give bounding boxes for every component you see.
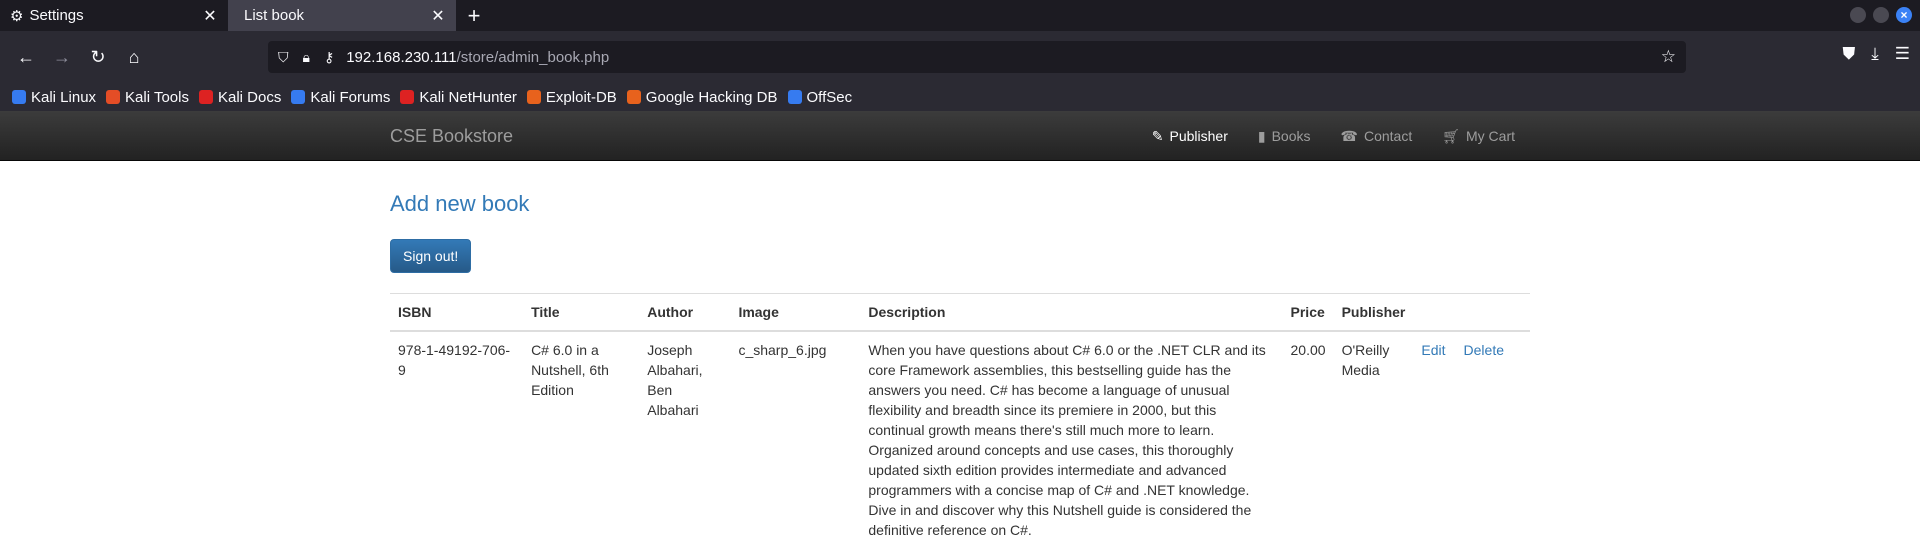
nav-contact[interactable]: ☎ Contact [1326, 128, 1428, 145]
phone-icon: ☎ [1340, 127, 1358, 144]
column-header: ISBN [390, 293, 524, 332]
bookmark-label: Kali Tools [125, 88, 189, 106]
main-content: Add new book Sign out! ISBN Title Author… [390, 161, 1530, 548]
key-icon[interactable]: ⚷ [324, 49, 334, 66]
download-icon[interactable]: ⤓ [1871, 44, 1879, 64]
bookmark-item[interactable]: Exploit-DB [526, 88, 617, 106]
bookmark-favicon-icon [787, 90, 802, 104]
tab-settings[interactable]: ⚙ Settings ✕ [0, 0, 228, 31]
reload-button[interactable]: ↻ [80, 39, 116, 75]
site-brand[interactable]: CSE Bookstore [390, 126, 513, 147]
cell-price: 20.00 [1282, 330, 1334, 548]
bookmarks-bar: Kali Linux Kali Tools Kali Docs Kali Forums… [0, 83, 1920, 111]
bookmark-item[interactable]: Kali Linux [12, 89, 96, 106]
menu-icon[interactable]: ☰ [1895, 44, 1910, 64]
bookmark-label: Kali Docs [217, 88, 282, 106]
url-path: /store/admin_book.php [456, 48, 610, 66]
bookmark-label: Google Hacking DB [645, 88, 778, 106]
bookmark-item[interactable]: Kali NetHunter [400, 89, 517, 106]
bookmark-star-icon[interactable]: ☆ [1661, 47, 1676, 67]
cell-author: Joseph Albahari, Ben Albahari [639, 330, 731, 548]
book-icon: ▮ [1257, 127, 1266, 144]
edit-link[interactable]: Edit [1421, 342, 1445, 358]
bookmark-label: Kali Forums [310, 88, 391, 106]
back-button[interactable]: ← [8, 39, 44, 75]
nav-label: Publisher [1169, 128, 1228, 144]
bookmark-item[interactable]: Kali Forums [291, 89, 390, 106]
cart-icon: 🛒︎ [1442, 127, 1460, 144]
bookmark-label: Kali NetHunter [419, 88, 517, 106]
books-table: ISBN Title Author Image Description Pric… [390, 293, 1530, 548]
table-header-row: ISBN Title Author Image Description Pric… [390, 293, 1530, 332]
home-button[interactable]: ⌂ [116, 39, 152, 75]
nav-books[interactable]: ▮ Books [1243, 128, 1326, 145]
site-nav-links: ✎ Publisher ▮ Books ☎ Contact 🛒︎ My Cart [1137, 111, 1530, 161]
add-new-book-link[interactable]: Add new book [390, 191, 1530, 217]
column-header: Description [860, 293, 1283, 332]
column-header: Title [523, 293, 640, 332]
tab-label: Settings [29, 7, 84, 24]
close-icon[interactable]: ✕ [428, 6, 448, 26]
bookmark-favicon-icon [291, 90, 306, 104]
url-host: 192.168.230.111 [346, 48, 457, 66]
bookmark-favicon-icon [198, 90, 213, 104]
bookmark-label: Kali Linux [31, 88, 97, 106]
maximize-button[interactable] [1873, 7, 1889, 23]
bookmark-item[interactable]: Kali Tools [106, 89, 189, 106]
column-header: Author [639, 293, 731, 332]
column-header: Price [1282, 293, 1334, 332]
nav-cart[interactable]: 🛒︎ My Cart [1427, 128, 1530, 145]
nav-label: My Cart [1466, 128, 1515, 144]
cell-actions: Edit Delete [1413, 330, 1530, 548]
bookmark-favicon-icon [106, 90, 121, 104]
site-navbar: CSE Bookstore ✎ Publisher ▮ Books ☎ Cont… [0, 111, 1920, 161]
nav-label: Books [1271, 128, 1311, 144]
bookmark-item[interactable]: OffSec [787, 88, 853, 106]
close-window-button[interactable]: × [1896, 7, 1912, 23]
cell-description: When you have questions about C# 6.0 or … [860, 330, 1283, 548]
tab-list-book[interactable]: List book ✕ [228, 0, 456, 31]
lock-icon[interactable]: 🔒︎ [303, 49, 310, 66]
pencil-icon: ✎ [1151, 127, 1164, 144]
bookmark-favicon-icon [526, 90, 541, 104]
cell-image: c_sharp_6.jpg [730, 330, 861, 548]
bookmark-item[interactable]: Google Hacking DB [626, 88, 778, 106]
cell-title: C# 6.0 in a Nutshell, 6th Edition [523, 330, 640, 548]
forward-button[interactable]: → [44, 39, 80, 75]
browser-tab-bar: ⚙ Settings ✕ List book ✕ + × [0, 0, 1920, 31]
pocket-icon[interactable]: ⛊ [1842, 44, 1855, 64]
new-tab-button[interactable]: + [456, 0, 492, 31]
table-row: 978-1-49192-706-9 C# 6.0 in a Nutshell, … [390, 330, 1530, 548]
bookmark-label: OffSec [806, 88, 853, 106]
bookmark-label: Exploit-DB [545, 88, 617, 106]
column-header: Publisher [1333, 293, 1414, 332]
close-icon[interactable]: ✕ [200, 6, 220, 26]
delete-link[interactable]: Delete [1464, 342, 1504, 358]
url-bar[interactable]: ⛉ 🔒︎ ⚷ 192.168.230.111/store/admin_book.… [268, 41, 1686, 73]
column-header: Image [730, 293, 861, 332]
cell-publisher: O'Reilly Media [1333, 330, 1414, 548]
sign-out-button[interactable]: Sign out! [390, 239, 472, 273]
gear-icon: ⚙ [10, 7, 24, 25]
cell-isbn: 978-1-49192-706-9 [390, 330, 524, 548]
bookmark-favicon-icon [12, 90, 26, 104]
minimize-button[interactable] [1850, 7, 1866, 23]
column-header [1413, 293, 1530, 332]
bookmark-favicon-icon [626, 90, 641, 104]
window-controls: × [1850, 7, 1912, 23]
shield-icon[interactable]: ⛉ [278, 49, 289, 66]
tab-label: List book [244, 7, 305, 24]
bookmark-item[interactable]: Kali Docs [198, 88, 282, 106]
bookmark-favicon-icon [400, 90, 415, 104]
nav-publisher[interactable]: ✎ Publisher [1137, 128, 1243, 145]
nav-label: Contact [1363, 128, 1413, 144]
toolbar-right: ⛊ ⤓ ☰ [1842, 44, 1910, 64]
